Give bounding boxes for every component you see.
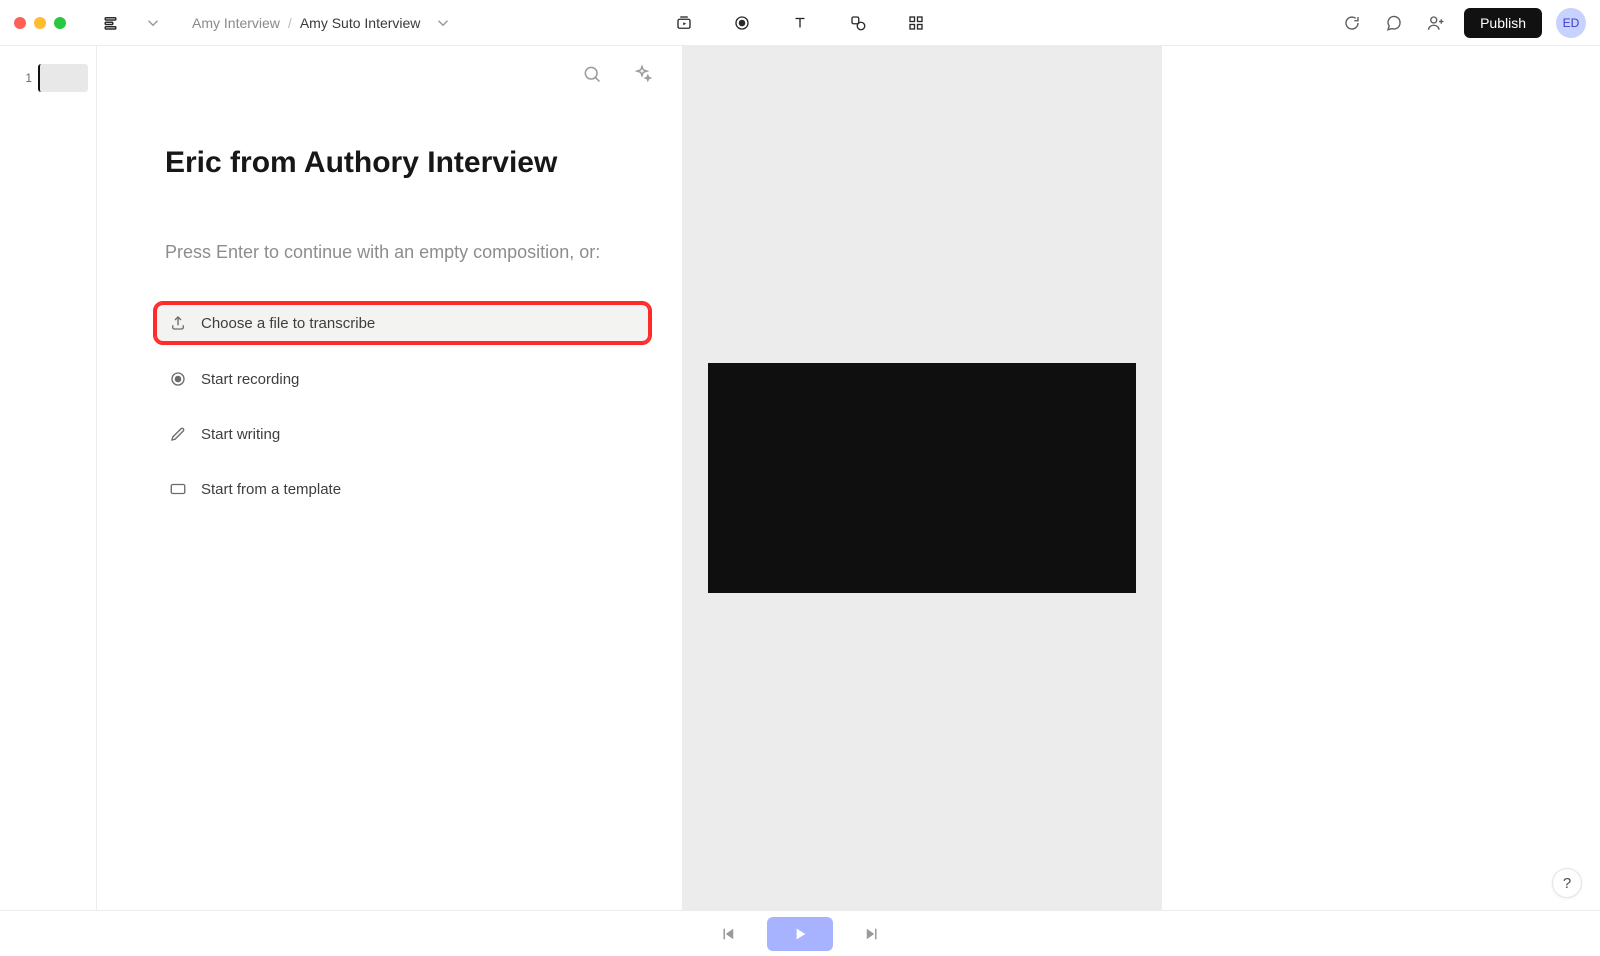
video-placeholder[interactable]: [708, 363, 1136, 593]
topbar: Amy Interview / Amy Suto Interview: [0, 0, 1600, 46]
skip-back-button[interactable]: [711, 917, 745, 951]
window-close-icon[interactable]: [14, 17, 26, 29]
option-label: Start writing: [201, 426, 280, 443]
media-library-icon[interactable]: [670, 9, 698, 37]
thumbnail-preview[interactable]: [38, 64, 88, 92]
start-options: Choose a file to transcribe Start record…: [155, 303, 650, 508]
breadcrumb-chevron[interactable]: [428, 9, 456, 37]
option-start-template[interactable]: Start from a template: [155, 470, 650, 508]
option-label: Start recording: [201, 371, 299, 388]
search-icon[interactable]: [578, 60, 606, 88]
option-start-recording[interactable]: Start recording: [155, 360, 650, 398]
option-choose-file[interactable]: Choose a file to transcribe: [155, 303, 650, 343]
publish-button[interactable]: Publish: [1464, 8, 1542, 38]
pencil-icon: [169, 425, 187, 443]
user-avatar[interactable]: ED: [1556, 8, 1586, 38]
upload-icon: [169, 314, 187, 332]
window-minimize-icon[interactable]: [34, 17, 46, 29]
breadcrumb-separator: /: [288, 15, 292, 31]
breadcrumb: Amy Interview / Amy Suto Interview: [192, 9, 456, 37]
editor-toolbar: [578, 60, 656, 88]
record-dot-icon: [169, 370, 187, 388]
ai-sparkle-icon[interactable]: [628, 60, 656, 88]
preview-pane: [682, 46, 1162, 910]
thumbnail-item[interactable]: 1: [25, 64, 96, 92]
right-margin: [1162, 46, 1600, 910]
option-label: Start from a template: [201, 481, 341, 498]
option-start-writing[interactable]: Start writing: [155, 415, 650, 453]
project-menu-button[interactable]: [98, 9, 126, 37]
breadcrumb-parent[interactable]: Amy Interview: [192, 15, 280, 31]
apps-grid-icon[interactable]: [902, 9, 930, 37]
window-zoom-icon[interactable]: [54, 17, 66, 29]
sync-icon[interactable]: [1338, 9, 1366, 37]
window-controls: [14, 17, 66, 29]
preview-inner: [682, 363, 1162, 593]
thumbnail-index: 1: [25, 71, 32, 85]
project-menu-chevron[interactable]: [138, 9, 166, 37]
breadcrumb-current[interactable]: Amy Suto Interview: [300, 15, 421, 31]
skip-forward-button[interactable]: [855, 917, 889, 951]
record-icon[interactable]: [728, 9, 756, 37]
editor-pane: Eric from Authory Interview Press Enter …: [97, 46, 682, 910]
shapes-icon[interactable]: [844, 9, 872, 37]
add-collaborator-icon[interactable]: [1422, 9, 1450, 37]
document-hint: Press Enter to continue with an empty co…: [165, 242, 650, 263]
player-bar: [0, 910, 1600, 956]
thumbnail-rail: 1: [0, 46, 97, 910]
comment-icon[interactable]: [1380, 9, 1408, 37]
option-label: Choose a file to transcribe: [201, 315, 375, 332]
document-title[interactable]: Eric from Authory Interview: [165, 146, 650, 180]
topbar-mode-switch: [670, 9, 930, 37]
template-rect-icon: [169, 480, 187, 498]
play-button[interactable]: [767, 917, 833, 951]
help-button[interactable]: ?: [1552, 868, 1582, 898]
topbar-right: Publish ED: [1338, 8, 1586, 38]
main: 1 Eric from Authory Interview Press Ente…: [0, 46, 1600, 910]
text-tool-icon[interactable]: [786, 9, 814, 37]
